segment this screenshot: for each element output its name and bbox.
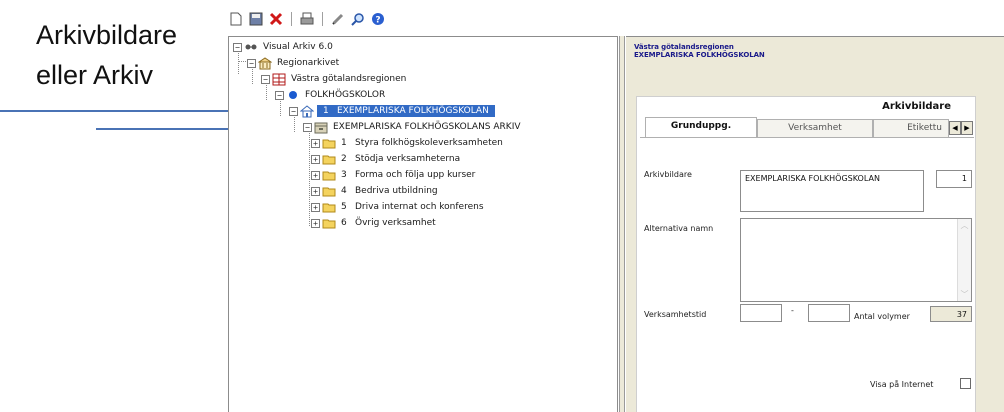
tree-node-region[interactable]: − Västra götalandsregionen <box>261 71 408 87</box>
tree-node-folkhogskolor[interactable]: − FOLKHÖGSKOLOR <box>275 87 387 103</box>
antal-volymer-label: Antal volymer <box>854 312 910 321</box>
collapse-icon[interactable]: − <box>233 42 242 52</box>
root-icon <box>244 41 258 54</box>
detail-region-text: Västra götalandsregionen <box>634 43 734 51</box>
save-icon[interactable] <box>248 11 264 27</box>
expand-icon[interactable]: + <box>311 186 320 196</box>
tree-node-archive[interactable]: − EXEMPLARISKA FOLKHÖGSKOLANS ARKIV <box>303 119 523 135</box>
tree-node-label: 6 Övrig verksamhet <box>341 218 436 228</box>
toolbar: ? <box>228 8 588 30</box>
tree-node-label: 3 Forma och följa upp kurser <box>341 170 476 180</box>
collapse-icon[interactable]: − <box>289 106 298 116</box>
expand-icon[interactable]: + <box>311 138 320 148</box>
help-icon[interactable]: ? <box>370 11 386 27</box>
expand-icon[interactable]: + <box>311 202 320 212</box>
date-range-dash: - <box>791 306 794 315</box>
alternativa-namn-scrollbar[interactable]: ︿ ﹀ <box>957 219 971 301</box>
edit-icon[interactable] <box>330 11 346 27</box>
visa-pa-internet-label: Visa på Internet <box>870 380 934 389</box>
folder-icon <box>322 201 336 214</box>
tree-node-label: 1 Styra folkhögskoleverksamheten <box>341 138 503 148</box>
caption-line-1: Arkivbildare <box>36 20 178 50</box>
expand-icon[interactable]: + <box>311 170 320 180</box>
toolbar-separator <box>322 12 323 26</box>
tree-node-series[interactable]: + 2 Stödja verksamheterna <box>311 151 462 167</box>
verksamhetstid-label: Verksamhetstid <box>644 310 707 319</box>
antal-volymer-field: 37 <box>930 306 972 322</box>
tab-grunduppg[interactable]: Grunduppg. <box>645 117 757 137</box>
tree-node-series[interactable]: + 6 Övrig verksamhet <box>311 215 438 231</box>
search-icon[interactable] <box>350 11 366 27</box>
scroll-up-icon[interactable]: ︿ <box>960 220 969 231</box>
tree-node-label: Västra götalandsregionen <box>291 74 407 84</box>
svg-text:?: ? <box>375 16 380 26</box>
folder-icon <box>322 137 336 150</box>
scroll-down-icon[interactable]: ﹀ <box>960 289 969 300</box>
folder-icon <box>322 153 336 166</box>
tree-node-label: FOLKHÖGSKOLOR <box>305 90 386 100</box>
collapse-icon[interactable]: − <box>303 122 312 132</box>
new-document-icon[interactable] <box>228 11 244 27</box>
folder-icon <box>322 169 336 182</box>
visa-pa-internet-checkbox[interactable] <box>960 378 971 389</box>
collapse-icon[interactable]: − <box>275 90 284 100</box>
category-dot-icon <box>286 89 300 102</box>
verksamhetstid-to-field[interactable] <box>808 304 850 322</box>
tree-node-label: EXEMPLARISKA FOLKHÖGSKOLANS ARKIV <box>333 122 521 132</box>
folder-icon <box>322 217 336 230</box>
folder-icon <box>322 185 336 198</box>
form-title: Arkivbildare <box>882 101 951 112</box>
archive-building-icon <box>258 56 272 70</box>
arkivbildare-label: Arkivbildare <box>644 170 692 179</box>
arkivbildare-form: Arkivbildare Grunduppg. Verksamhet Etike… <box>636 96 976 412</box>
alternativa-namn-field[interactable]: ︿ ﹀ <box>740 218 972 302</box>
tree-node-label: 4 Bedriva utbildning <box>341 186 438 196</box>
tab-verksamhet[interactable]: Verksamhet <box>757 119 873 137</box>
alternativa-namn-label: Alternativa namn <box>644 224 714 233</box>
arkivbildare-number-field[interactable]: 1 <box>936 170 972 188</box>
tree-node-series[interactable]: + 3 Forma och följa upp kurser <box>311 167 477 183</box>
tab-etikettu[interactable]: Etikettu <box>873 119 949 137</box>
tree-node-label: Regionarkivet <box>277 58 340 68</box>
detail-school-text: EXEMPLARISKA FOLKHÖGSKOLAN <box>634 51 765 59</box>
tree-node-label-selected: 1 EXEMPLARISKA FOLKHÖGSKOLAN <box>317 105 495 117</box>
verksamhetstid-from-field[interactable] <box>740 304 782 322</box>
tree-node-series[interactable]: + 5 Driva internat och konferens <box>311 199 486 215</box>
tab-scroll-left-icon[interactable]: ◀ <box>949 121 961 135</box>
print-icon[interactable] <box>299 11 315 27</box>
panel-splitter[interactable] <box>619 36 625 412</box>
caption-line-2: eller Arkiv <box>36 60 154 90</box>
archive-tree: − Visual Arkiv 6.0 − Regionarkivet − Väs… <box>228 36 618 412</box>
school-house-icon <box>300 104 314 118</box>
delete-icon[interactable] <box>268 11 284 27</box>
collapse-icon[interactable]: − <box>247 58 256 68</box>
tree-node-root[interactable]: − Visual Arkiv 6.0 <box>233 39 335 55</box>
tree-node-series[interactable]: + 4 Bedriva utbildning <box>311 183 440 199</box>
tree-node-label: 5 Driva internat och konferens <box>341 202 484 212</box>
tree-node-school[interactable]: − 1 EXEMPLARISKA FOLKHÖGSKOLAN <box>289 103 495 119</box>
expand-icon[interactable]: + <box>311 154 320 164</box>
tree-node-label: 2 Stödja verksamheterna <box>341 154 461 164</box>
tree-node-label: Visual Arkiv 6.0 <box>263 42 333 52</box>
expand-icon[interactable]: + <box>311 218 320 228</box>
tree-node-regionarkivet[interactable]: − Regionarkivet <box>247 55 341 71</box>
toolbar-separator <box>291 12 292 26</box>
archive-box-icon <box>314 121 328 134</box>
region-icon <box>272 73 286 86</box>
tree-node-series[interactable]: + 1 Styra folkhögskoleverksamheten <box>311 135 505 151</box>
collapse-icon[interactable]: − <box>261 74 270 84</box>
tab-body: Arkivbildare EXEMPLARISKA FOLKHÖGSKOLAN … <box>640 137 974 412</box>
tab-scroll-right-icon[interactable]: ▶ <box>961 121 973 135</box>
arkivbildare-field[interactable]: EXEMPLARISKA FOLKHÖGSKOLAN <box>740 170 924 212</box>
